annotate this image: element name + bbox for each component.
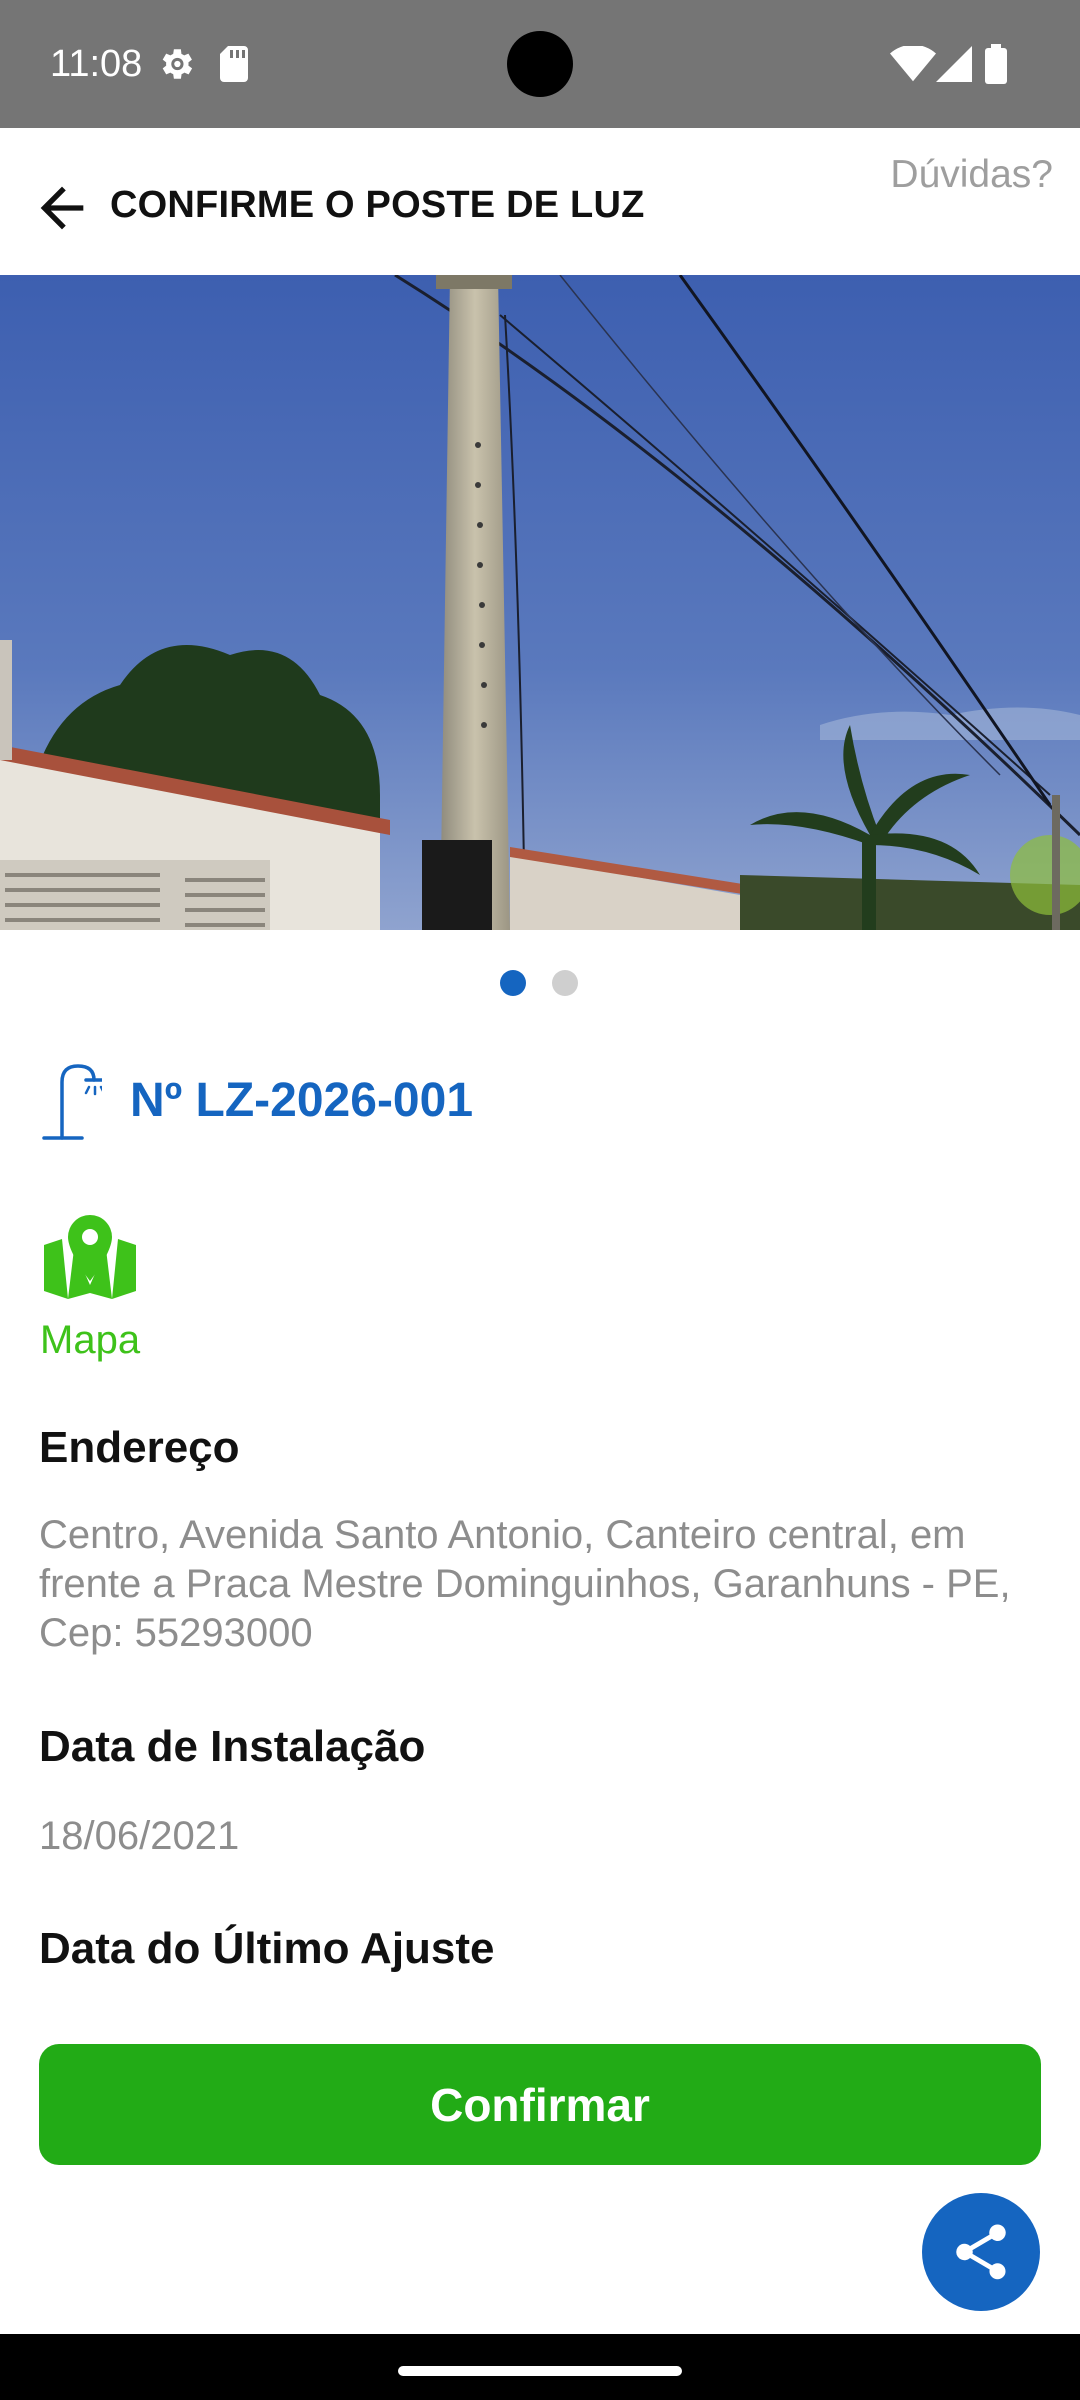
page-title: CONFIRME O POSTE DE LUZ [110,184,645,226]
map-pin-icon [44,1215,136,1299]
map-button[interactable]: Mapa [40,1215,145,1365]
install-date-value: 18/06/2021 [39,1814,240,1858]
home-handle[interactable] [398,2366,682,2376]
arrow-back-icon[interactable] [30,176,94,240]
install-date-title: Data de Instalação [39,1722,426,1771]
pole-id-row: Nº LZ-2026-001 [40,1058,1040,1142]
address-value: Centro, Avenida Santo Antonio, Canteiro … [39,1513,1011,1655]
pole-photo[interactable] [0,275,1080,930]
battery-icon [985,44,1007,84]
map-label: Mapa [40,1318,141,1362]
share-icon [956,2224,1006,2280]
share-button[interactable] [922,2193,1040,2311]
status-time: 11:08 [50,43,143,85]
gallery-pager [0,970,1080,996]
settings-icon [162,49,193,79]
pole-photo-image [0,275,1080,930]
signal-icon [936,46,972,82]
last-adjust-title: Data do Último Ajuste [39,1924,495,1973]
help-link[interactable]: Dúvidas? [890,150,1053,200]
app-bar: CONFIRME O POSTE DE LUZ Dúvidas? [0,128,1080,275]
street-lamp-icon [42,1064,102,1140]
pole-id: Nº LZ-2026-001 [130,1074,474,1127]
pager-dot-active[interactable] [500,970,526,996]
navigation-bar [0,2334,1080,2400]
sd-card-icon [220,46,248,82]
wifi-icon [890,46,936,82]
status-bar: 11:08 [0,0,1080,128]
camera-cutout [507,31,573,97]
pager-dot[interactable] [552,970,578,996]
address-title: Endereço [39,1423,240,1472]
confirm-button[interactable]: Confirmar [39,2044,1041,2165]
